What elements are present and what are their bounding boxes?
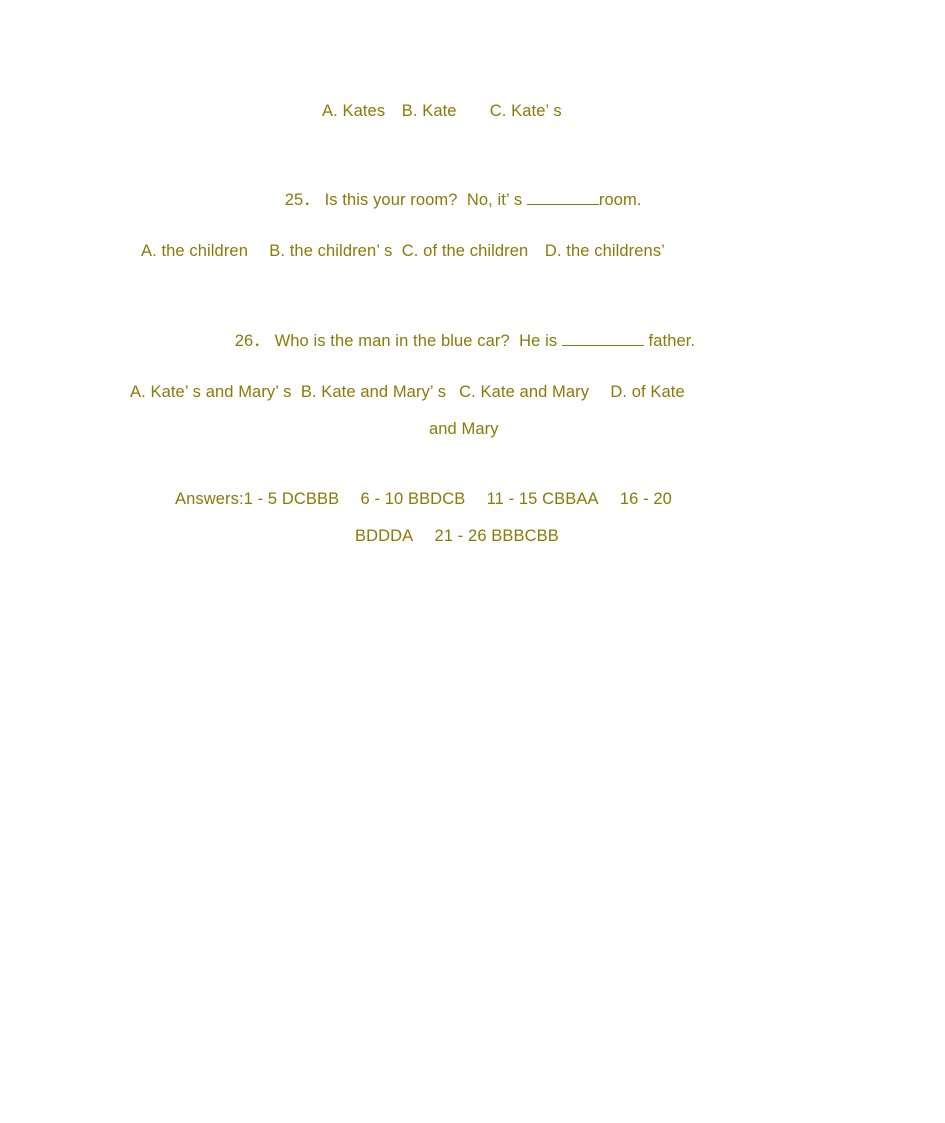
answer-key-line-1: Answers:1 - 5 DCBBB 6 - 10 BBDCB 11 - 15…	[175, 490, 672, 508]
question-26-stem: 26． Who is the man in the blue car? He i…	[216, 312, 695, 371]
question-25-stem-before-blank: 25． Is this your room? No, it’ s	[284, 190, 527, 209]
question-25-answer-blank[interactable]	[526, 203, 599, 205]
document-page: A. Kates B. Kate C. Kate’ s 25． Is this …	[0, 0, 945, 1123]
answer-key-line-2: BDDDA 21 - 26 BBBCBB	[355, 527, 559, 545]
question-26-stem-after-blank: father.	[643, 331, 696, 350]
question-25-stem-after-blank: room.	[598, 190, 642, 209]
question-26-options: A. Kate’ s and Mary’ s B. Kate and Mary’…	[130, 383, 685, 401]
question-25-stem: 25． Is this your room? No, it’ s room.	[266, 171, 642, 230]
question-26-stem-before-blank: 26． Who is the man in the blue car? He i…	[234, 331, 562, 350]
question-26-options-wrap: and Mary	[429, 420, 499, 438]
question-26-answer-blank[interactable]	[561, 344, 644, 346]
question-25-options: A. the children B. the children’ s C. of…	[141, 242, 665, 260]
question-24-options: A. Kates B. Kate C. Kate’ s	[322, 102, 562, 120]
